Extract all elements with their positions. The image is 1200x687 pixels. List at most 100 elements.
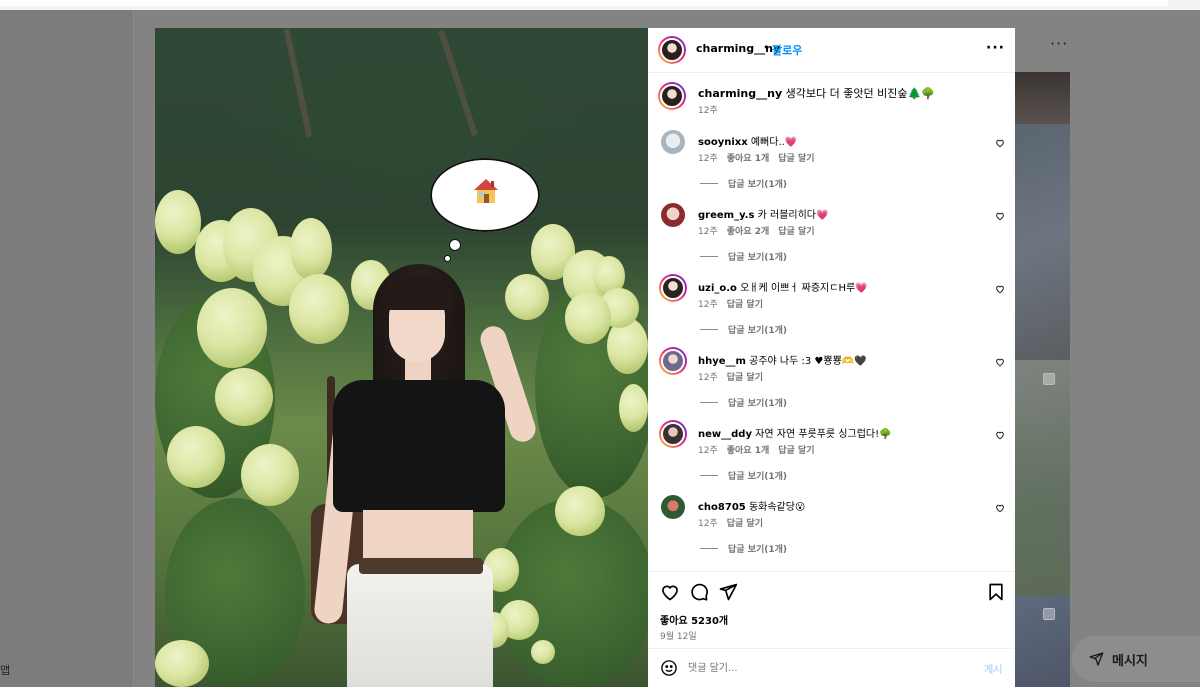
bangs bbox=[383, 276, 453, 310]
hydrangea bbox=[167, 426, 225, 488]
comment-time: 12주 bbox=[698, 446, 718, 456]
messages-button[interactable]: 메시지 bbox=[1072, 636, 1200, 682]
browser-scroll-strip bbox=[0, 0, 1168, 6]
comment-likes[interactable]: 좋아요 2개 bbox=[727, 224, 770, 237]
hydrangea bbox=[155, 190, 201, 254]
comment-avatar[interactable] bbox=[659, 420, 687, 448]
reply-button[interactable]: 답글 달기 bbox=[727, 516, 763, 529]
comment-composer: 게시 bbox=[648, 648, 1015, 687]
comment-meta: 12주 좋아요 1개 답글 달기 bbox=[698, 443, 815, 456]
background-checkbox[interactable] bbox=[1043, 373, 1055, 385]
white-skirt bbox=[347, 564, 493, 687]
heart-icon[interactable] bbox=[995, 284, 1005, 294]
reply-button[interactable]: 답글 달기 bbox=[727, 297, 763, 310]
follow-button[interactable]: 팔로우 bbox=[772, 42, 802, 58]
caption-timestamp: 12주 bbox=[698, 106, 718, 116]
comment-likes[interactable]: 좋아요 1개 bbox=[727, 443, 770, 456]
thought-bubble-dot bbox=[449, 239, 461, 251]
view-replies-button[interactable]: 답글 보기(1개) bbox=[700, 542, 787, 555]
comment-time: 12주 bbox=[698, 227, 718, 237]
replies-line bbox=[700, 329, 718, 330]
belt bbox=[359, 558, 483, 574]
comment-time: 12주 bbox=[698, 154, 718, 164]
comment-item: new__ddy 자연 자연 푸릇푸릇 싱그럽다!🌳 12주 좋아요 1개 답글… bbox=[648, 420, 1015, 495]
comment-body: 예뻐다..💗 bbox=[750, 137, 798, 148]
replies-line bbox=[700, 475, 718, 476]
heart-icon[interactable] bbox=[995, 211, 1005, 221]
view-replies-label: 답글 보기(1개) bbox=[728, 545, 788, 555]
comment-username[interactable]: greem_y.s bbox=[698, 210, 754, 221]
post-caption: charming__ny 생각보다 더 좋앗던 비진숲🌲🌳 12주 bbox=[648, 82, 1015, 122]
header-separator: • bbox=[763, 41, 770, 54]
comment-username[interactable]: uzi_o.o bbox=[698, 283, 737, 294]
post-photo[interactable]: › bbox=[155, 28, 648, 687]
caption-body: 생각보다 더 좋앗던 비진숲🌲🌳 bbox=[785, 87, 935, 100]
hydrangea bbox=[241, 444, 299, 506]
bookmark-icon[interactable] bbox=[986, 582, 1006, 602]
view-replies-label: 답글 보기(1개) bbox=[728, 472, 788, 482]
hydrangea bbox=[197, 288, 267, 368]
share-icon[interactable] bbox=[718, 582, 738, 602]
comment-username[interactable]: hhye__m bbox=[698, 356, 746, 367]
comment-meta: 12주 좋아요 1개 답글 달기 bbox=[698, 151, 815, 164]
comment-avatar[interactable] bbox=[659, 347, 687, 375]
author-avatar[interactable] bbox=[658, 36, 686, 64]
comment-text: new__ddy 자연 자연 푸릇푸릇 싱그럽다!🌳 bbox=[698, 425, 892, 440]
view-replies-button[interactable]: 답글 보기(1개) bbox=[700, 469, 787, 482]
send-icon bbox=[1089, 652, 1104, 666]
background-thumbnail bbox=[1015, 72, 1070, 124]
comment-icon[interactable] bbox=[689, 582, 709, 602]
browser-top-strip bbox=[0, 0, 1200, 10]
caption-avatar[interactable] bbox=[658, 82, 686, 110]
post-header: charming__ny • 팔로우 ··· bbox=[648, 28, 1015, 73]
replies-line bbox=[700, 183, 718, 184]
heart-icon[interactable] bbox=[995, 357, 1005, 367]
comment-avatar[interactable] bbox=[661, 203, 685, 227]
view-replies-label: 답글 보기(1개) bbox=[728, 326, 788, 336]
post-actions: 좋아요 5230개 9월 12일 게시 bbox=[648, 571, 1015, 687]
comment-username[interactable]: new__ddy bbox=[698, 429, 752, 440]
reply-button[interactable]: 답글 달기 bbox=[727, 370, 763, 383]
comment-item: greem_y.s 카 러블리히다💗 12주 좋아요 2개 답글 달기 답글 보… bbox=[648, 203, 1015, 276]
background-more-icon[interactable]: ··· bbox=[1050, 34, 1068, 53]
heart-icon[interactable] bbox=[995, 138, 1005, 148]
comment-avatar[interactable] bbox=[659, 274, 687, 302]
view-replies-button[interactable]: 답글 보기(1개) bbox=[700, 250, 787, 263]
heart-icon[interactable] bbox=[660, 582, 680, 602]
comment-meta: 12주 답글 달기 bbox=[698, 370, 763, 383]
heart-icon[interactable] bbox=[995, 430, 1005, 440]
background-thumbnail bbox=[1015, 124, 1070, 360]
heart-icon[interactable] bbox=[995, 503, 1005, 513]
comment-username[interactable]: cho8705 bbox=[698, 502, 746, 513]
comment-body: 자연 자연 푸릇푸릇 싱그럽다!🌳 bbox=[755, 429, 892, 440]
replies-line bbox=[700, 548, 718, 549]
waist bbox=[363, 510, 473, 560]
comment-likes[interactable]: 좋아요 1개 bbox=[727, 151, 770, 164]
view-replies-button[interactable]: 답글 보기(1개) bbox=[700, 396, 787, 409]
replies-line bbox=[700, 402, 718, 403]
comment-username[interactable]: sooynixx bbox=[698, 137, 748, 148]
comment-input[interactable] bbox=[688, 659, 958, 677]
caption-username[interactable]: charming__ny bbox=[698, 87, 782, 100]
reply-button[interactable]: 답글 달기 bbox=[778, 224, 814, 237]
comment-item: sooynixx 예뻐다..💗 12주 좋아요 1개 답글 달기 답글 보기(1… bbox=[648, 130, 1015, 203]
person-figure bbox=[311, 264, 555, 687]
reply-button[interactable]: 답글 달기 bbox=[778, 151, 814, 164]
view-replies-label: 답글 보기(1개) bbox=[728, 399, 788, 409]
replies-line bbox=[700, 256, 718, 257]
reply-button[interactable]: 답글 달기 bbox=[778, 443, 814, 456]
emoji-icon[interactable] bbox=[660, 659, 678, 677]
post-comment-button[interactable]: 게시 bbox=[984, 661, 1002, 676]
comment-avatar[interactable] bbox=[661, 495, 685, 519]
more-options-icon[interactable]: ··· bbox=[986, 40, 1005, 56]
view-replies-button[interactable]: 답글 보기(1개) bbox=[700, 323, 787, 336]
view-replies-button[interactable]: 답글 보기(1개) bbox=[700, 177, 787, 190]
comment-avatar[interactable] bbox=[661, 130, 685, 154]
comment-text: hhye__m 공주야 나두 :3 ♥뿅뿅🫶🖤 bbox=[698, 352, 867, 367]
background-checkbox[interactable] bbox=[1043, 608, 1055, 620]
comment-item: cho8705 동화속같당😮 12주 답글 달기 답글 보기(1개) bbox=[648, 495, 1015, 568]
comment-body: 공주야 나두 :3 ♥뿅뿅🫶🖤 bbox=[749, 356, 867, 367]
comment-body: 카 러블리히다💗 bbox=[757, 210, 829, 221]
likes-count[interactable]: 좋아요 5230개 bbox=[660, 612, 728, 627]
comment-meta: 12주 답글 달기 bbox=[698, 516, 763, 529]
